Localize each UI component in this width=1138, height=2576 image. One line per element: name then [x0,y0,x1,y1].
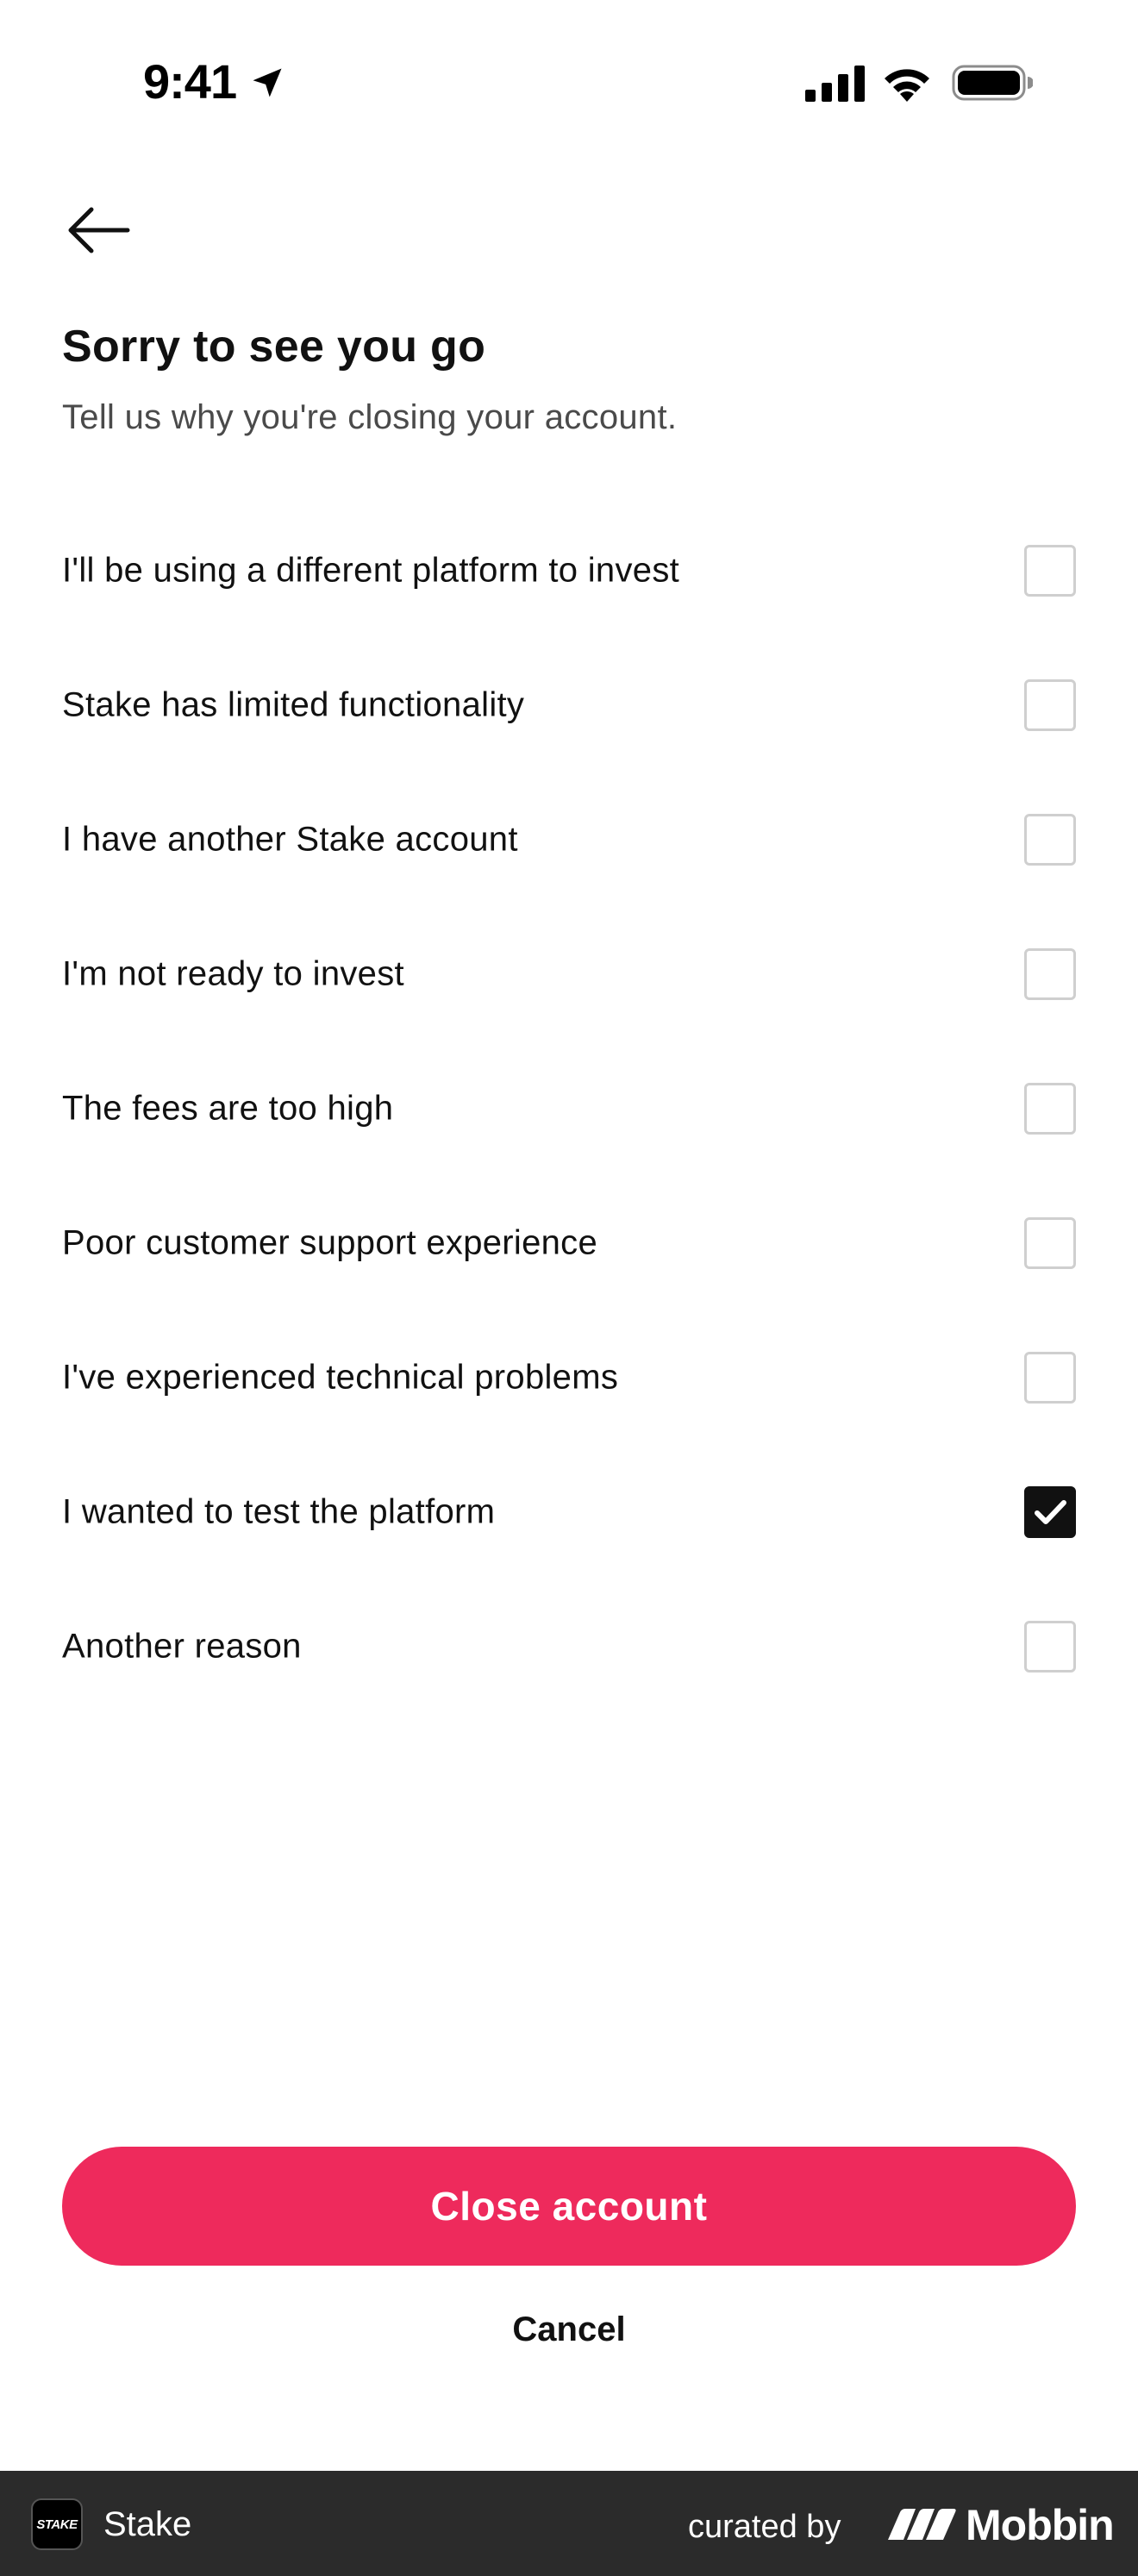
mobbin-brand: Mobbin [966,2501,1115,2549]
back-button[interactable] [53,191,148,269]
reason-row[interactable]: I'll be using a different platform to in… [0,503,1138,638]
checkmark-icon [1035,1500,1066,1524]
location-arrow-icon [253,68,282,97]
reason-row[interactable]: Poor customer support experience [0,1176,1138,1310]
reason-label: Poor customer support experience [62,1223,598,1262]
reason-label: I have another Stake account [62,820,518,859]
reason-checkbox[interactable] [1024,1217,1076,1269]
app-logo-text: STAKE [36,2517,78,2532]
reason-checkbox[interactable] [1024,1621,1076,1673]
reason-row[interactable]: Stake has limited functionality [0,638,1138,772]
status-time: 9:41 [143,54,237,109]
arrow-left-icon [68,207,130,253]
reason-label: I wanted to test the platform [62,1492,496,1531]
reason-checkbox[interactable] [1024,1486,1076,1538]
reason-row[interactable]: I wanted to test the platform [0,1445,1138,1579]
reason-label: The fees are too high [62,1089,394,1128]
reason-label: I've experienced technical problems [62,1358,619,1397]
page-title: Sorry to see you go [62,322,486,372]
wifi-icon [885,69,929,102]
curated-by-label: curated by [688,2509,841,2545]
status-bar: 9:41 [0,0,1138,164]
reason-row[interactable]: The fees are too high [0,1041,1138,1176]
reason-checkbox[interactable] [1024,679,1076,731]
footer-bar: STAKE Stake curated by Mobbin [0,2471,1138,2576]
reason-checkbox[interactable] [1024,545,1076,597]
reason-checkbox[interactable] [1024,1352,1076,1404]
cancel-button[interactable]: Cancel [397,2295,741,2364]
reason-checkbox[interactable] [1024,814,1076,866]
mobbin-logo-icon [888,2509,956,2540]
reason-checkbox[interactable] [1024,1083,1076,1135]
reason-row[interactable]: I'm not ready to invest [0,907,1138,1041]
reason-checkbox[interactable] [1024,948,1076,1000]
app-logo: STAKE [31,2498,83,2550]
reason-row[interactable]: I have another Stake account [0,772,1138,907]
reason-row[interactable]: I've experienced technical problems [0,1310,1138,1445]
reason-label: Another reason [62,1627,302,1666]
reason-row[interactable]: Another reason [0,1579,1138,1714]
reason-label: I'll be using a different platform to in… [62,551,680,590]
page-subtitle: Tell us why you're closing your account. [62,398,678,436]
reason-label: Stake has limited functionality [62,685,525,724]
reasons-list: I'll be using a different platform to in… [0,503,1138,1714]
app-name: Stake [103,2505,192,2543]
battery-icon [952,65,1033,101]
reason-label: I'm not ready to invest [62,954,404,993]
close-account-button[interactable]: Close account [62,2147,1076,2266]
cellular-signal-icon [805,66,865,102]
